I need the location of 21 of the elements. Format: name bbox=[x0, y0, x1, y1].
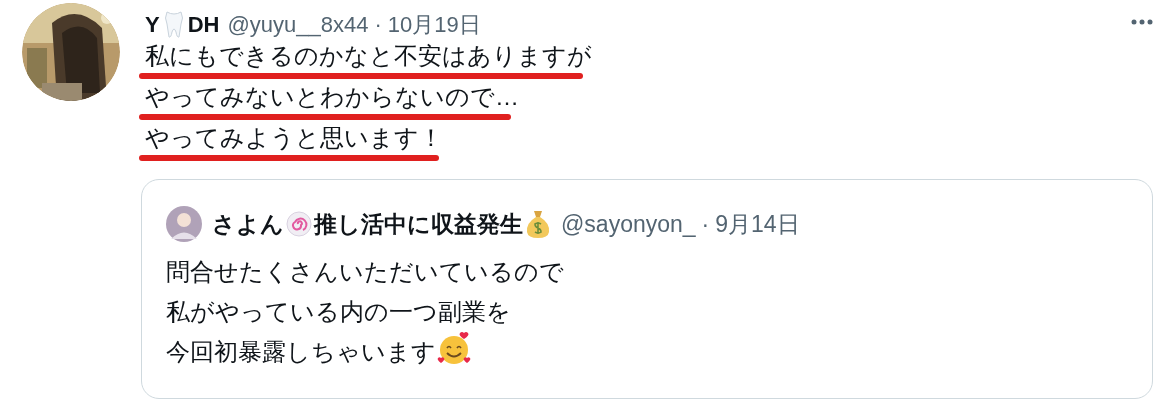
tweet-date[interactable]: 10月19日 bbox=[387, 7, 481, 41]
spiral-icon bbox=[286, 211, 312, 237]
user-name[interactable]: Y bbox=[145, 7, 160, 41]
more-icon[interactable] bbox=[1131, 19, 1153, 25]
user-name[interactable]: 推し活中に収益発生 bbox=[314, 206, 523, 242]
separator: · bbox=[374, 10, 382, 39]
smiling-face-hearts-icon bbox=[436, 331, 472, 367]
user-handle[interactable]: @sayonyon_ bbox=[561, 206, 696, 242]
tweet-date[interactable]: 9月14日 bbox=[715, 206, 800, 242]
tooth-icon bbox=[163, 10, 184, 38]
tweet-text: やってみないとわからないので… bbox=[145, 82, 519, 112]
separator: · bbox=[701, 209, 710, 239]
user-handle[interactable]: @yuyu__8x44 bbox=[227, 7, 369, 41]
tweet-text: やってみようと思います！ bbox=[145, 123, 443, 153]
user-name[interactable]: DH bbox=[187, 7, 220, 41]
money-bag-icon bbox=[525, 209, 551, 239]
quoted-text: 私がやっている内の一つ副業を bbox=[166, 297, 511, 327]
quoted-text: 今回初暴露しちゃいます bbox=[166, 337, 436, 367]
user-name[interactable]: さよん bbox=[212, 206, 284, 242]
quoted-text: 問合せたくさんいただいているので bbox=[166, 257, 564, 287]
tweet-text: 私にもできるのかなと不安はありますが bbox=[145, 41, 592, 71]
